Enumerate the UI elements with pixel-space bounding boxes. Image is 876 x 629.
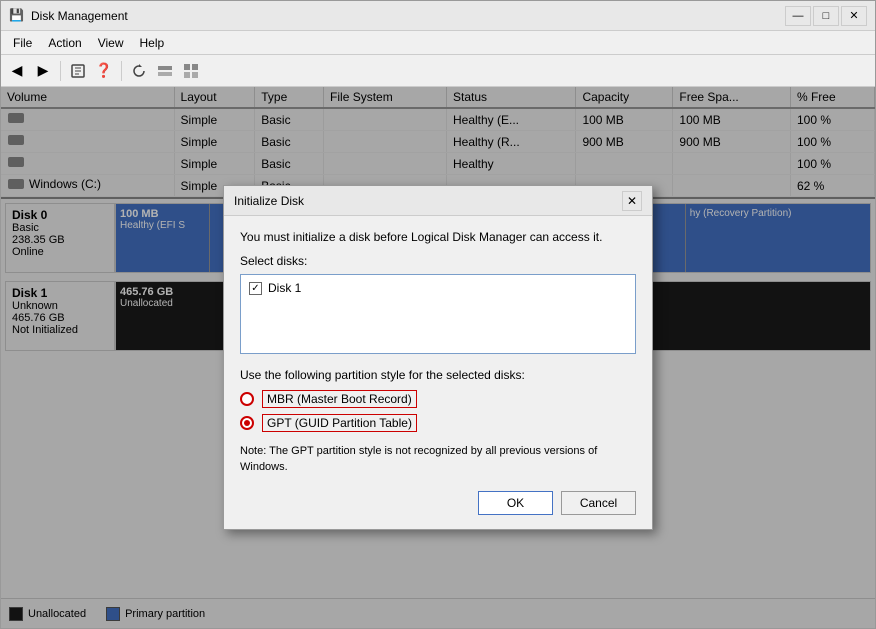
dialog-title: Initialize Disk	[234, 194, 304, 208]
mbr-option[interactable]: MBR (Master Boot Record)	[240, 390, 636, 408]
mbr-radio[interactable]	[240, 392, 254, 406]
restore-button[interactable]: □	[813, 6, 839, 26]
partition-style-radio-group: MBR (Master Boot Record) GPT (GUID Parti…	[240, 390, 636, 432]
gpt-radio[interactable]	[240, 416, 254, 430]
menu-file[interactable]: File	[5, 33, 40, 53]
app-icon: 💾	[9, 8, 25, 24]
dialog-close-button[interactable]: ✕	[622, 191, 642, 211]
menu-view[interactable]: View	[90, 33, 132, 53]
gpt-radio-inner	[244, 420, 250, 426]
toolbar-separator-2	[121, 61, 122, 81]
disk1-list-label: Disk 1	[268, 281, 301, 295]
help-button[interactable]: ❓	[92, 59, 116, 83]
forward-button[interactable]: ▶	[31, 59, 55, 83]
main-content: Volume Layout Type File System Status Ca…	[1, 87, 875, 628]
minimize-button[interactable]: —	[785, 6, 811, 26]
toolbar: ◀ ▶ ❓	[1, 55, 875, 87]
toolbar-separator-1	[60, 61, 61, 81]
main-window: 💾 Disk Management — □ ✕ File Action View…	[0, 0, 876, 629]
disk-list-item-1[interactable]: Disk 1	[245, 279, 631, 297]
window-title: Disk Management	[31, 9, 128, 23]
initialize-disk-dialog: Initialize Disk ✕ You must initialize a …	[223, 185, 653, 530]
properties-button[interactable]	[66, 59, 90, 83]
view2-button[interactable]	[179, 59, 203, 83]
menu-bar: File Action View Help	[1, 31, 875, 55]
modal-overlay: Initialize Disk ✕ You must initialize a …	[1, 87, 875, 628]
gpt-label: GPT (GUID Partition Table)	[262, 414, 417, 432]
ok-button[interactable]: OK	[478, 491, 553, 515]
dialog-body: You must initialize a disk before Logica…	[224, 216, 652, 529]
back-button[interactable]: ◀	[5, 59, 29, 83]
title-bar-left: 💾 Disk Management	[9, 8, 128, 24]
dialog-title-bar: Initialize Disk ✕	[224, 186, 652, 216]
title-bar: 💾 Disk Management — □ ✕	[1, 1, 875, 31]
refresh-button[interactable]	[127, 59, 151, 83]
disk1-checkbox[interactable]	[249, 282, 262, 295]
close-button[interactable]: ✕	[841, 6, 867, 26]
title-bar-controls: — □ ✕	[785, 6, 867, 26]
view1-button[interactable]	[153, 59, 177, 83]
select-disks-label: Select disks:	[240, 254, 636, 268]
partition-style-label: Use the following partition style for th…	[240, 368, 636, 382]
dialog-buttons: OK Cancel	[240, 491, 636, 515]
cancel-button[interactable]: Cancel	[561, 491, 636, 515]
dialog-description: You must initialize a disk before Logica…	[240, 230, 636, 244]
menu-help[interactable]: Help	[132, 33, 173, 53]
mbr-label: MBR (Master Boot Record)	[262, 390, 417, 408]
note-text: Note: The GPT partition style is not rec…	[240, 444, 636, 475]
disk-list-box[interactable]: Disk 1	[240, 274, 636, 354]
menu-action[interactable]: Action	[40, 33, 89, 53]
gpt-option[interactable]: GPT (GUID Partition Table)	[240, 414, 636, 432]
